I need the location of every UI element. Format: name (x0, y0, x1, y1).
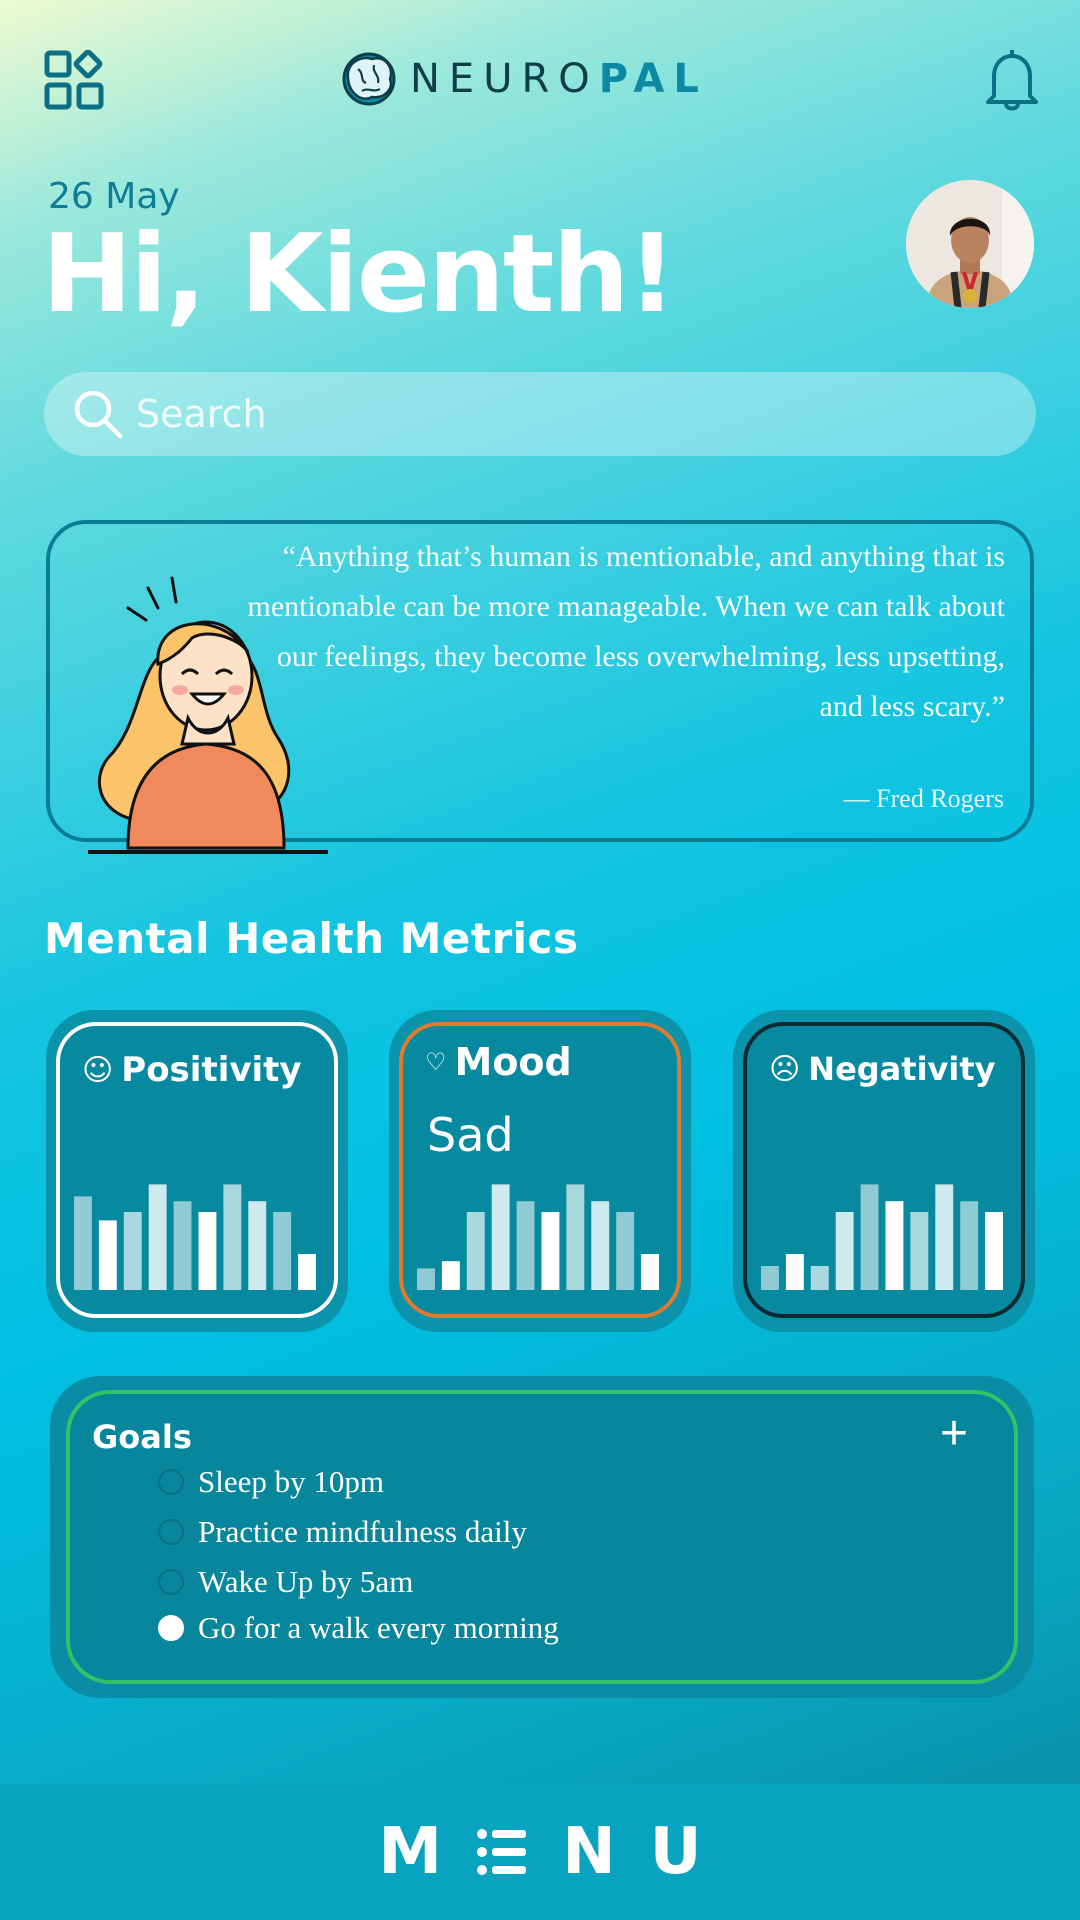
metric-label: Mood (454, 1040, 572, 1084)
goal-text: Sleep by 10pm (198, 1464, 384, 1499)
metric-bar (74, 1196, 92, 1290)
menu-letter-n: N (562, 1815, 616, 1889)
menu-letter-m: M (378, 1815, 443, 1889)
metric-bar (123, 1212, 142, 1290)
metric-bar (223, 1184, 242, 1290)
metric-bar (910, 1212, 929, 1290)
metric-bar (98, 1220, 117, 1290)
heart-icon: ♡ (425, 1048, 447, 1076)
bottom-menu-bar[interactable]: M N U (0, 1784, 1080, 1920)
goal-checkbox[interactable] (158, 1469, 184, 1495)
metric-bar (761, 1266, 779, 1290)
metric-card-frame: ☹ Negativity (743, 1022, 1025, 1318)
metric-label: Negativity (808, 1050, 996, 1088)
metric-bar (417, 1268, 435, 1290)
goal-item[interactable]: Wake Up by 5am (158, 1564, 413, 1600)
greeting-headline: Hi, Kienth! (42, 212, 677, 337)
metric-bar (785, 1254, 804, 1290)
metric-card-frame: ☺ Positivity (56, 1022, 338, 1318)
metric-bar (173, 1201, 192, 1290)
metric-bar (860, 1184, 879, 1290)
app-logo: NEUROPAL (340, 48, 708, 110)
metric-bar (935, 1184, 954, 1290)
bell-icon[interactable] (984, 46, 1040, 112)
search-icon (74, 390, 123, 439)
metrics-section-title: Mental Health Metrics (44, 914, 579, 963)
metric-bar (616, 1212, 635, 1290)
search-bar[interactable] (44, 372, 1036, 456)
goal-checkbox[interactable] (158, 1569, 184, 1595)
goal-text: Wake Up by 5am (198, 1564, 414, 1599)
list-icon[interactable] (476, 1826, 528, 1878)
avatar[interactable] (906, 180, 1034, 308)
logo-text-accent: PAL (598, 56, 708, 102)
metric-bar-chart (417, 1184, 659, 1290)
metric-bar (985, 1212, 1003, 1290)
metric-bar (566, 1184, 585, 1290)
metric-bar (516, 1201, 535, 1290)
metric-bar (885, 1201, 904, 1290)
metric-bar (148, 1184, 167, 1290)
metric-bar (960, 1201, 979, 1290)
grid-menu-icon[interactable] (44, 49, 104, 110)
metric-header: ☹ Negativity (769, 1050, 996, 1088)
date-label: 26 May (48, 176, 180, 217)
metric-card-mood[interactable]: ♡ Mood Sad (389, 1010, 691, 1332)
metric-bar (198, 1212, 217, 1290)
goals-title: Goals (92, 1418, 192, 1456)
metric-bar (298, 1254, 316, 1290)
goal-checkbox[interactable] (158, 1519, 184, 1545)
metric-card-frame: ♡ Mood Sad (399, 1022, 681, 1318)
metric-bar (491, 1184, 510, 1290)
add-goal-button[interactable]: + (940, 1408, 968, 1460)
goal-text: Go for a walk every morning (198, 1610, 559, 1645)
metric-bar (466, 1212, 485, 1290)
goal-checkbox[interactable] (158, 1615, 184, 1641)
metric-bar-chart (74, 1184, 316, 1290)
smile-icon: ☺ (82, 1052, 114, 1088)
metric-bar (248, 1201, 267, 1290)
metric-header: ☺ Positivity (82, 1050, 302, 1090)
metric-bar (273, 1212, 292, 1290)
menu-letter-u: U (649, 1815, 702, 1889)
metric-header: ♡ Mood (425, 1040, 572, 1084)
metric-bar (541, 1212, 560, 1290)
frown-icon: ☹ (769, 1051, 801, 1087)
goal-item[interactable]: Practice mindfulness daily (158, 1514, 527, 1550)
quote-author: — Fred Rogers (843, 784, 1004, 813)
metric-bar (835, 1212, 854, 1290)
metric-card-positivity[interactable]: ☺ Positivity (46, 1010, 348, 1332)
goal-text: Practice mindfulness daily (198, 1514, 527, 1549)
goal-item[interactable]: Go for a walk every morning (158, 1610, 559, 1646)
metric-bar (810, 1266, 829, 1290)
brain-logo-icon (342, 52, 396, 106)
metric-bar (441, 1261, 460, 1290)
metric-label: Positivity (121, 1050, 302, 1090)
search-input[interactable] (136, 392, 996, 436)
quote-text: “Anything that’s human is mentionable, a… (247, 540, 1005, 723)
metric-bar (591, 1201, 610, 1290)
logo-text-main: NEURO (410, 56, 599, 102)
metric-bar (641, 1254, 659, 1290)
goal-item[interactable]: Sleep by 10pm (158, 1464, 384, 1500)
metric-bar-chart (761, 1184, 1003, 1290)
metric-card-negativity[interactable]: ☹ Negativity (733, 1010, 1035, 1332)
metric-value: Sad (427, 1108, 514, 1162)
